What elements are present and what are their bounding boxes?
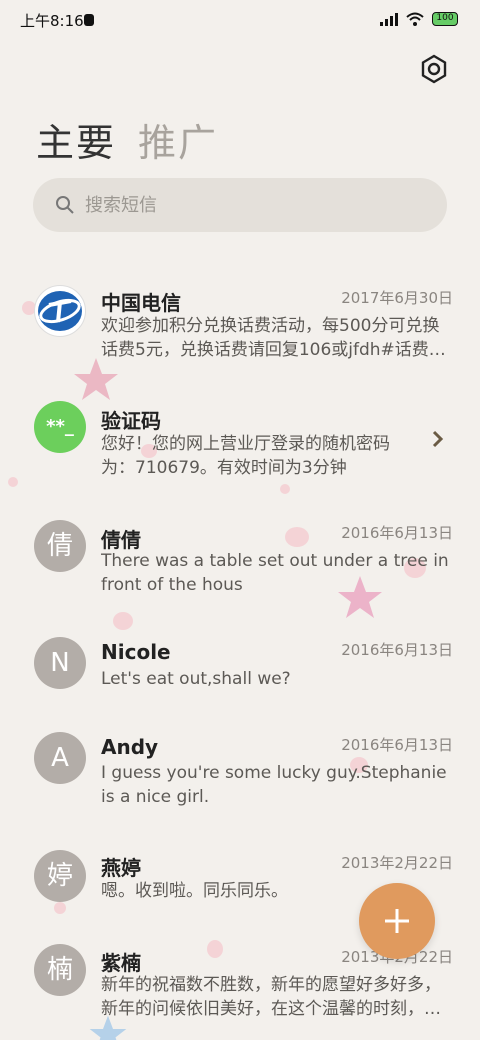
conversation-item[interactable]: 中国电信 2017年6月30日 欢迎参加积分兑换话费活动，每500分可兑换话费5… [0, 268, 480, 368]
contact-name: 紫楠 [101, 951, 141, 975]
contact-name: Andy [101, 735, 159, 759]
message-date: 2016年6月13日 [341, 736, 453, 754]
contact-name: Nicole [101, 640, 171, 664]
message-preview: I guess you're some lucky guy.Stephanie … [101, 763, 447, 807]
status-time: 上午8:16 [20, 12, 84, 30]
wifi-icon [406, 12, 424, 26]
avatar: 婷 [34, 850, 86, 902]
contact-name: 中国电信 [101, 291, 181, 315]
conversation-item[interactable]: **_ 验证码 您好！您的网上营业厅登录的随机密码为：710679。有效时间为3… [0, 382, 480, 492]
search-input[interactable] [85, 194, 405, 216]
message-preview: 欢迎参加积分兑换话费活动，每500分可兑换话费5元，兑换话费请回复106或jfd… [101, 316, 446, 360]
notification-icon [84, 14, 94, 26]
settings-icon [421, 54, 447, 84]
avatar: N [34, 637, 86, 689]
settings-button[interactable] [418, 53, 450, 85]
status-bar: 上午8:16 100 [0, 0, 480, 40]
avatar: A [34, 732, 86, 784]
search-bar[interactable] [33, 178, 447, 232]
signal-icon [380, 13, 398, 26]
avatar: **_ [34, 401, 86, 453]
tab-primary[interactable]: 主要 [36, 112, 116, 167]
conversation-item[interactable]: 倩 倩倩 2016年6月13日 There was a table set ou… [0, 500, 480, 610]
message-preview: Let's eat out,shall we? [101, 669, 291, 689]
message-date: 2016年6月13日 [341, 641, 453, 659]
contact-name: 燕婷 [101, 856, 141, 880]
message-preview: 新年的祝福数不胜数，新年的愿望好多好多，新年的问候依旧美好，在这个温馨的时刻，… [101, 975, 441, 1019]
conversation-item[interactable]: A Andy 2016年6月13日 I guess you're some lu… [0, 712, 480, 822]
message-preview: 您好！您的网上营业厅登录的随机密码为：710679。有效时间为3分钟 [101, 434, 390, 478]
message-date: 2013年2月22日 [341, 854, 453, 872]
plus-icon [385, 909, 409, 933]
tab-promotions[interactable]: 推广 [138, 112, 218, 167]
avatar: 倩 [34, 520, 86, 572]
avatar: 楠 [34, 944, 86, 996]
message-date: 2016年6月13日 [341, 524, 453, 542]
search-icon [56, 196, 74, 214]
tab-bar: 主要 推广 [36, 112, 218, 167]
message-preview: There was a table set out under a tree i… [101, 551, 449, 595]
telecom-logo-icon [34, 285, 86, 337]
contact-name: 验证码 [101, 409, 161, 433]
message-date: 2017年6月30日 [341, 289, 453, 307]
conversation-item[interactable]: N Nicole 2016年6月13日 Let's eat out,shall … [0, 617, 480, 712]
battery-indicator: 100 [432, 12, 458, 26]
chevron-right-icon[interactable] [430, 430, 446, 448]
new-message-button[interactable] [359, 883, 435, 959]
